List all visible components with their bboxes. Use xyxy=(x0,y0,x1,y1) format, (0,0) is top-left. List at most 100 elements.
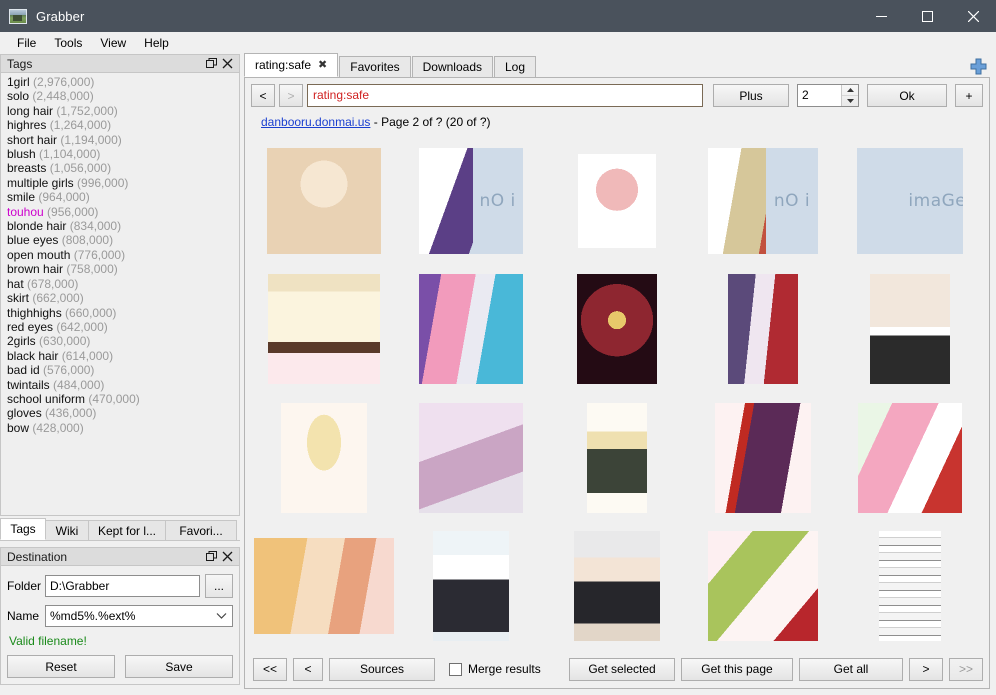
page-count-spinbox[interactable]: 2 xyxy=(797,84,859,107)
result-thumbnail-cell[interactable] xyxy=(837,522,983,650)
tag-item[interactable]: twintails (484,000) xyxy=(7,378,233,392)
tab-wiki[interactable]: Wiki xyxy=(45,520,89,540)
result-thumbnail-cell[interactable] xyxy=(251,265,397,393)
ok-button[interactable]: Ok xyxy=(867,84,947,107)
result-thumbnail-cell[interactable] xyxy=(397,394,543,522)
tag-item[interactable]: brown hair (758,000) xyxy=(7,262,233,276)
tag-item[interactable]: 1girl (2,976,000) xyxy=(7,75,233,89)
menu-tools[interactable]: Tools xyxy=(45,33,91,53)
result-thumbnail-cell[interactable] xyxy=(690,394,836,522)
spinbox-arrows[interactable] xyxy=(841,85,858,106)
result-thumbnail-cell[interactable] xyxy=(544,265,690,393)
tag-item[interactable]: skirt (662,000) xyxy=(7,291,233,305)
checkbox-box[interactable] xyxy=(449,662,462,676)
next-page-button[interactable]: > xyxy=(909,657,943,681)
result-thumbnail[interactable] xyxy=(728,274,799,385)
tab-favorites-main[interactable]: Favorites xyxy=(339,56,411,77)
result-thumbnail[interactable] xyxy=(432,530,509,641)
filename-combobox[interactable]: %md5%.%ext% xyxy=(45,605,233,627)
result-thumbnail-cell[interactable] xyxy=(837,394,983,522)
get-selected-button[interactable]: Get selected xyxy=(569,657,675,681)
spin-up-icon[interactable] xyxy=(842,85,858,96)
result-thumbnail[interactable]: imaGe xyxy=(856,148,963,255)
tag-item[interactable]: 2girls (630,000) xyxy=(7,334,233,348)
tag-item[interactable]: bad id (576,000) xyxy=(7,363,233,377)
result-thumbnail[interactable] xyxy=(267,148,382,255)
result-thumbnail[interactable]: nO i xyxy=(708,148,819,255)
result-thumbnail[interactable] xyxy=(715,402,812,513)
menu-file[interactable]: File xyxy=(8,33,45,53)
add-search-button[interactable]: + xyxy=(955,84,983,107)
result-thumbnail-cell[interactable]: nO i xyxy=(690,137,836,265)
tag-item[interactable]: breasts (1,056,000) xyxy=(7,161,233,175)
result-thumbnail[interactable] xyxy=(576,274,657,385)
result-thumbnail-cell[interactable]: nO i xyxy=(397,137,543,265)
result-thumbnail[interactable] xyxy=(869,274,950,385)
result-thumbnail[interactable] xyxy=(577,154,656,249)
tag-item[interactable]: red eyes (642,000) xyxy=(7,320,233,334)
tag-item[interactable]: hat (678,000) xyxy=(7,277,233,291)
tag-item[interactable]: touhou (956,000) xyxy=(7,205,233,219)
tab-downloads[interactable]: Downloads xyxy=(411,56,493,77)
folder-input[interactable]: D:\Grabber xyxy=(45,575,200,597)
tag-item[interactable]: open mouth (776,000) xyxy=(7,248,233,262)
close-button[interactable] xyxy=(950,0,996,32)
tab-favorites[interactable]: Favori... xyxy=(165,520,237,540)
result-thumbnail-cell[interactable] xyxy=(251,137,397,265)
tag-item[interactable]: smile (964,000) xyxy=(7,190,233,204)
tag-item[interactable]: blush (1,104,000) xyxy=(7,147,233,161)
result-thumbnail[interactable] xyxy=(418,402,523,513)
tab-close-icon[interactable]: ✖ xyxy=(318,60,327,71)
source-link[interactable]: danbooru.donmai.us xyxy=(261,115,370,129)
tag-item[interactable]: solo (2,448,000) xyxy=(7,89,233,103)
get-all-button[interactable]: Get all xyxy=(799,657,903,681)
result-thumbnail-cell[interactable] xyxy=(690,522,836,650)
save-button[interactable]: Save xyxy=(125,655,233,678)
result-thumbnail-cell[interactable] xyxy=(837,265,983,393)
result-thumbnail[interactable] xyxy=(857,402,962,513)
tag-item[interactable]: multiple girls (996,000) xyxy=(7,176,233,190)
tab-kept-for-later[interactable]: Kept for l... xyxy=(88,520,166,540)
result-thumbnail[interactable] xyxy=(573,530,660,641)
result-thumbnail-cell[interactable] xyxy=(397,522,543,650)
result-thumbnail[interactable] xyxy=(586,402,647,513)
menu-view[interactable]: View xyxy=(91,33,135,53)
tag-item[interactable]: blue eyes (808,000) xyxy=(7,233,233,247)
tags-panel-close-icon[interactable] xyxy=(219,56,235,72)
minimize-button[interactable] xyxy=(858,0,904,32)
result-thumbnail-cell[interactable] xyxy=(251,522,397,650)
spin-down-icon[interactable] xyxy=(842,96,858,106)
add-tab-button[interactable] xyxy=(968,56,988,76)
result-thumbnail[interactable] xyxy=(418,274,523,385)
search-input[interactable]: rating:safe xyxy=(307,84,703,107)
result-thumbnail-cell[interactable] xyxy=(251,394,397,522)
sources-button[interactable]: Sources xyxy=(329,657,435,681)
search-prev-button[interactable]: < xyxy=(251,84,275,107)
search-next-button[interactable]: > xyxy=(279,84,303,107)
tag-item[interactable]: short hair (1,194,000) xyxy=(7,133,233,147)
tag-item[interactable]: highres (1,264,000) xyxy=(7,118,233,132)
maximize-button[interactable] xyxy=(904,0,950,32)
result-thumbnail[interactable]: nO i xyxy=(418,148,523,255)
tab-tags[interactable]: Tags xyxy=(0,518,46,540)
tag-item[interactable]: black hair (614,000) xyxy=(7,349,233,363)
prev-page-button[interactable]: < xyxy=(293,657,323,681)
result-thumbnail[interactable] xyxy=(254,537,395,634)
destination-panel-close-icon[interactable] xyxy=(219,549,235,565)
tab-rating-safe[interactable]: rating:safe ✖ xyxy=(244,53,339,77)
tag-item[interactable]: thighhighs (660,000) xyxy=(7,306,233,320)
first-page-button[interactable]: << xyxy=(253,657,287,681)
result-thumbnail-cell[interactable] xyxy=(690,265,836,393)
tags-list[interactable]: 1girl (2,976,000) solo (2,448,000) long ha… xyxy=(1,75,239,515)
get-this-page-button[interactable]: Get this page xyxy=(681,657,793,681)
tag-item[interactable]: bow (428,000) xyxy=(7,421,233,435)
menu-help[interactable]: Help xyxy=(135,33,178,53)
chevron-down-icon[interactable] xyxy=(212,612,230,620)
browse-folder-button[interactable]: ... xyxy=(205,574,233,598)
tag-item[interactable]: school uniform (470,000) xyxy=(7,392,233,406)
result-thumbnail-cell[interactable] xyxy=(544,394,690,522)
result-thumbnail[interactable] xyxy=(268,274,381,385)
tag-item[interactable]: gloves (436,000) xyxy=(7,406,233,420)
merge-results-checkbox[interactable]: Merge results xyxy=(449,662,541,676)
tags-list-area[interactable]: 1girl (2,976,000) solo (2,448,000) long ha… xyxy=(0,72,240,516)
